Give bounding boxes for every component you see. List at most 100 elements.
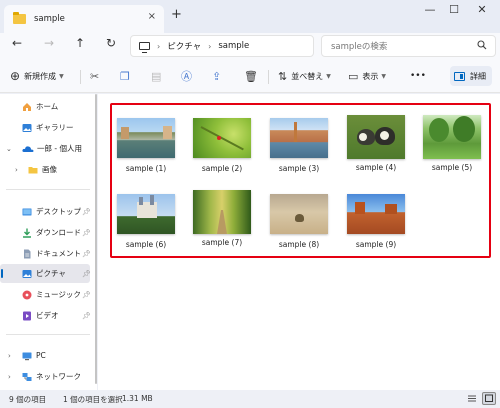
close-window-button[interactable]: ✕	[472, 3, 492, 16]
delete-button[interactable]: 🗑︎	[244, 68, 262, 84]
sidebar-item-label: ビデオ	[36, 311, 59, 320]
sidebar-scrollbar[interactable]	[95, 94, 97, 384]
sidebar-item-pc[interactable]: › PC	[0, 346, 90, 365]
sidebar-item-gallery[interactable]: ギャラリー	[0, 118, 90, 137]
sidebar-item-onedrive[interactable]: ⌄ 一郎 - 個人用	[0, 139, 90, 158]
sidebar-item-network[interactable]: › ネットワーク	[0, 367, 90, 386]
tab-label: sample	[34, 14, 65, 24]
cut-button[interactable]: ✂	[90, 68, 103, 84]
sort-label: 並べ替え	[291, 71, 324, 81]
selection-count: 1 個の項目を選択	[63, 395, 123, 404]
breadcrumb-pictures[interactable]: ピクチャ	[167, 40, 201, 52]
plus-circle-icon: ⊕	[10, 69, 21, 83]
large-icons-view-button[interactable]	[482, 392, 496, 405]
details-label: 詳細	[470, 71, 486, 81]
selection-size: 1.31 MB	[122, 394, 153, 403]
sidebar-item-music[interactable]: ミュージック 📌︎	[0, 285, 91, 304]
chevron-down-icon: ⌄	[6, 144, 12, 153]
sidebar-item-label: 一郎 - 個人用	[37, 144, 82, 153]
sidebar-item-pictures[interactable]: ピクチャ 📌︎	[0, 264, 91, 283]
divider	[6, 334, 90, 335]
home-icon	[23, 102, 31, 111]
details-view-button[interactable]	[465, 392, 479, 405]
divider	[6, 189, 90, 190]
sidebar-item-documents[interactable]: ドキュメント 📌︎	[0, 244, 91, 263]
sidebar-item-label: デスクトップ	[36, 207, 81, 216]
pin-icon[interactable]: 📌︎	[82, 208, 91, 216]
forward-button[interactable]: →	[40, 36, 58, 50]
share-button[interactable]: ⇪	[212, 68, 225, 84]
view-button[interactable]: ▭ 表示 ▼	[348, 68, 386, 84]
share-icon: ⇪	[212, 69, 222, 83]
paste-icon: ▤	[151, 69, 162, 83]
new-button[interactable]: ⊕ 新規作成 ▼	[10, 68, 64, 84]
more-options-button[interactable]: •••	[410, 68, 426, 84]
network-icon	[22, 372, 32, 381]
search-placeholder: sampleの検索	[331, 42, 388, 52]
address-bar[interactable]: › ピクチャ › sample	[130, 35, 314, 57]
view-label: 表示	[362, 71, 379, 81]
paste-button[interactable]: ▤	[151, 68, 165, 84]
sidebar-item-label: PC	[36, 351, 46, 360]
desktop-icon	[22, 208, 32, 215]
trash-icon: 🗑︎	[244, 69, 258, 83]
up-button[interactable]: ↑	[71, 36, 89, 50]
sort-button[interactable]: ⇅ 並べ替え ▼	[278, 68, 331, 84]
sort-icon: ⇅	[278, 69, 288, 83]
video-icon	[23, 311, 31, 320]
documents-icon	[24, 249, 31, 258]
onedrive-cloud-icon	[22, 145, 34, 152]
search-icon	[477, 40, 487, 50]
pc-icon	[139, 42, 150, 53]
breadcrumb-sample[interactable]: sample	[218, 41, 249, 51]
search-input[interactable]: sampleの検索	[321, 35, 496, 57]
sidebar-item-label: ミュージック	[36, 290, 81, 299]
folder-icon	[28, 166, 38, 173]
rename-icon: Ⓐ	[181, 70, 192, 83]
sidebar-item-images[interactable]: › 画像	[0, 160, 90, 179]
pin-icon[interactable]: 📌︎	[82, 312, 91, 320]
pictures-icon	[22, 269, 32, 278]
music-icon	[22, 290, 32, 299]
maximize-button[interactable]: ☐	[444, 3, 464, 16]
sidebar-item-label: ネットワーク	[36, 372, 81, 381]
download-icon	[23, 228, 31, 238]
back-button[interactable]: ←	[8, 36, 26, 50]
details-pane-button[interactable]: 詳細	[450, 66, 492, 86]
gallery-icon	[22, 123, 32, 132]
chevron-down-icon: ▼	[59, 72, 64, 80]
sidebar-item-label: ダウンロード	[36, 228, 81, 237]
details-view-icon	[468, 395, 476, 402]
pin-icon[interactable]: 📌︎	[82, 250, 91, 258]
sidebar-item-downloads[interactable]: ダウンロード 📌︎	[0, 223, 91, 242]
breadcrumb-separator: ›	[157, 41, 161, 51]
pin-icon[interactable]: 📌︎	[82, 291, 91, 299]
copy-button[interactable]: ❐	[120, 68, 134, 84]
pin-icon[interactable]: 📌︎	[82, 270, 91, 278]
sidebar-item-label: 画像	[42, 165, 57, 174]
divider	[268, 70, 269, 84]
sidebar-item-label: ホーム	[36, 102, 59, 111]
breadcrumb-separator: ›	[208, 41, 212, 51]
minimize-button[interactable]: —	[420, 3, 440, 16]
chevron-down-icon: ▼	[326, 72, 331, 80]
tab-sample[interactable]: sample ×	[4, 5, 164, 33]
chevron-right-icon: ›	[8, 372, 11, 381]
chevron-down-icon: ▼	[381, 72, 387, 80]
pin-icon[interactable]: 📌︎	[82, 229, 91, 237]
view-icon: ▭	[348, 69, 359, 83]
details-pane-icon	[454, 71, 465, 81]
title-bar: sample × + — ☐ ✕	[0, 0, 500, 33]
large-icons-view-icon	[485, 394, 493, 402]
new-tab-button[interactable]: +	[171, 7, 182, 22]
scissors-icon: ✂	[90, 69, 100, 83]
sidebar-item-videos[interactable]: ビデオ 📌︎	[0, 306, 91, 325]
chevron-right-icon: ›	[8, 351, 11, 360]
refresh-button[interactable]: ↻	[102, 36, 120, 50]
sidebar-item-desktop[interactable]: デスクトップ 📌︎	[0, 202, 91, 221]
status-bar: 9 個の項目 1 個の項目を選択 1.31 MB	[0, 390, 500, 408]
sidebar-item-label: ピクチャ	[36, 269, 66, 278]
rename-button[interactable]: Ⓐ	[181, 68, 196, 84]
tab-close-icon[interactable]: ×	[148, 11, 156, 22]
sidebar-item-home[interactable]: ホーム	[0, 97, 90, 116]
